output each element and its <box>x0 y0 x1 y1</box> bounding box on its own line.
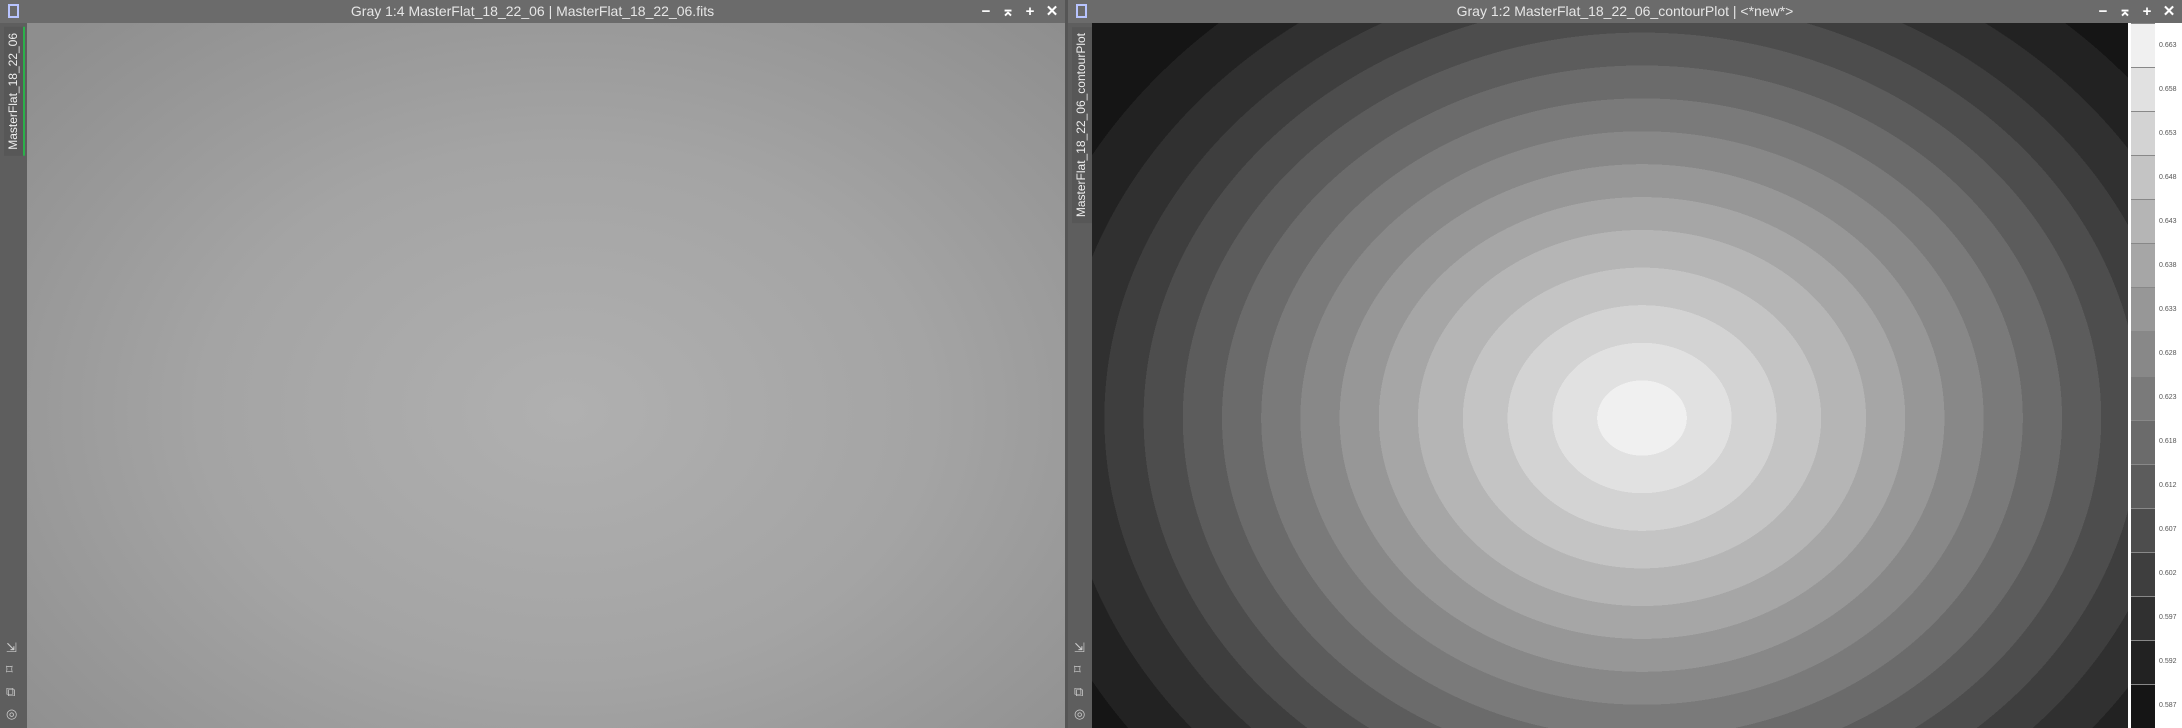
colorbar-label: 0.663 <box>2159 41 2177 49</box>
colorbar-level: 0.653 <box>2131 111 2182 156</box>
shade-button[interactable]: ⌅ <box>2118 0 2132 23</box>
colorbar-swatch <box>2131 375 2155 420</box>
left-title-bar[interactable]: Gray 1:4 MasterFlat_18_22_06 | MasterFla… <box>0 0 1065 23</box>
colorbar-label: 0.587 <box>2159 702 2177 710</box>
minimize-button[interactable]: − <box>979 0 993 23</box>
colorbar-label: 0.638 <box>2159 261 2177 269</box>
colorbar-level: 0.663 <box>2131 23 2182 68</box>
colorbar-level: 0.623 <box>2131 375 2182 420</box>
flat-image-canvas[interactable] <box>27 23 1065 728</box>
colorbar-label: 0.592 <box>2159 658 2177 666</box>
colorbar-label: 0.648 <box>2159 173 2177 181</box>
left-image-window: Gray 1:4 MasterFlat_18_22_06 | MasterFla… <box>0 0 1065 728</box>
contour-plot-canvas[interactable] <box>1092 23 2128 728</box>
colorbar-level: 0.602 <box>2131 551 2182 596</box>
shade-button[interactable]: ⌅ <box>1001 0 1015 23</box>
left-window-title: Gray 1:4 MasterFlat_18_22_06 | MasterFla… <box>350 3 715 19</box>
colorbar-label: 0.597 <box>2159 614 2177 622</box>
colorbar-label: 0.628 <box>2159 349 2177 357</box>
colorbar-level: 0.633 <box>2131 287 2182 332</box>
view-tab-masterflat[interactable]: MasterFlat_18_22_06 <box>4 27 25 156</box>
clone-icon[interactable]: ⧉ <box>6 684 17 700</box>
colorbar-label: 0.633 <box>2159 305 2177 313</box>
colorbar-swatch <box>2131 287 2155 332</box>
contour-colorbar: 0.663 0.658 0.653 0.648 0.643 0.638 0.633 0.628… <box>2128 23 2182 728</box>
colorbar-level: 0.658 <box>2131 67 2182 112</box>
colorbar-level: 0.587 <box>2131 683 2182 728</box>
colorbar-swatch <box>2131 507 2155 552</box>
colorbar-swatch <box>2131 155 2155 200</box>
colorbar-swatch <box>2131 331 2155 376</box>
colorbar-label: 0.612 <box>2159 482 2177 490</box>
colorbar-level: 0.648 <box>2131 155 2182 200</box>
maximize-button[interactable]: + <box>1023 0 1037 23</box>
colorbar-swatch <box>2131 595 2155 640</box>
colorbar-swatch <box>2131 551 2155 596</box>
colorbar-swatch <box>2131 243 2155 288</box>
view-tab-contourplot[interactable]: MasterFlat_18_22_06_contourPlot <box>1072 27 1093 224</box>
clone-icon[interactable]: ⧉ <box>1074 684 1085 700</box>
colorbar-swatch <box>2131 639 2155 684</box>
colorbar-label: 0.658 <box>2159 85 2177 93</box>
colorbar-swatch <box>2131 111 2155 156</box>
maximize-button[interactable]: + <box>2140 0 2154 23</box>
colorbar-label: 0.643 <box>2159 217 2177 225</box>
target-icon[interactable]: ◎ <box>1074 706 1085 722</box>
left-view-tab-strip: MasterFlat_18_22_06 ⇲ ⌑ ⧉ ◎ <box>0 23 27 728</box>
right-view-tab-strip: MasterFlat_18_22_06_contourPlot ⇲ ⌑ ⧉ ◎ <box>1068 23 1093 728</box>
colorbar-swatch <box>2131 463 2155 508</box>
fit-icon[interactable]: ⇲ <box>1074 640 1085 656</box>
colorbar-swatch <box>2131 67 2155 112</box>
colorbar-label: 0.602 <box>2159 570 2177 578</box>
colorbar-level: 0.638 <box>2131 243 2182 288</box>
colorbar-label: 0.623 <box>2159 394 2177 402</box>
colorbar-level: 0.597 <box>2131 595 2182 640</box>
colorbar-swatch <box>2131 683 2155 728</box>
close-button[interactable]: ✕ <box>1045 0 1059 23</box>
colorbar-level: 0.643 <box>2131 199 2182 244</box>
colorbar-label: 0.607 <box>2159 526 2177 534</box>
fit-icon[interactable]: ⇲ <box>6 640 17 656</box>
colorbar-level: 0.612 <box>2131 463 2182 508</box>
window-menu-icon[interactable] <box>8 4 19 18</box>
colorbar-swatch <box>2131 23 2155 68</box>
right-title-bar[interactable]: Gray 1:2 MasterFlat_18_22_06_contourPlot… <box>1068 0 2182 23</box>
colorbar-level: 0.628 <box>2131 331 2182 376</box>
colorbar-level: 0.607 <box>2131 507 2182 552</box>
zoom-frame-icon[interactable]: ⌑ <box>1074 662 1085 678</box>
minimize-button[interactable]: − <box>2096 0 2110 23</box>
colorbar-label: 0.653 <box>2159 129 2177 137</box>
colorbar-swatch <box>2131 419 2155 464</box>
window-menu-icon[interactable] <box>1076 4 1087 18</box>
close-button[interactable]: ✕ <box>2162 0 2176 23</box>
colorbar-level: 0.592 <box>2131 639 2182 684</box>
colorbar-swatch <box>2131 199 2155 244</box>
colorbar-level: 0.618 <box>2131 419 2182 464</box>
colorbar-label: 0.618 <box>2159 438 2177 446</box>
target-icon[interactable]: ◎ <box>6 706 17 722</box>
zoom-frame-icon[interactable]: ⌑ <box>6 662 17 678</box>
right-window-title: Gray 1:2 MasterFlat_18_22_06_contourPlot… <box>1456 3 1794 19</box>
